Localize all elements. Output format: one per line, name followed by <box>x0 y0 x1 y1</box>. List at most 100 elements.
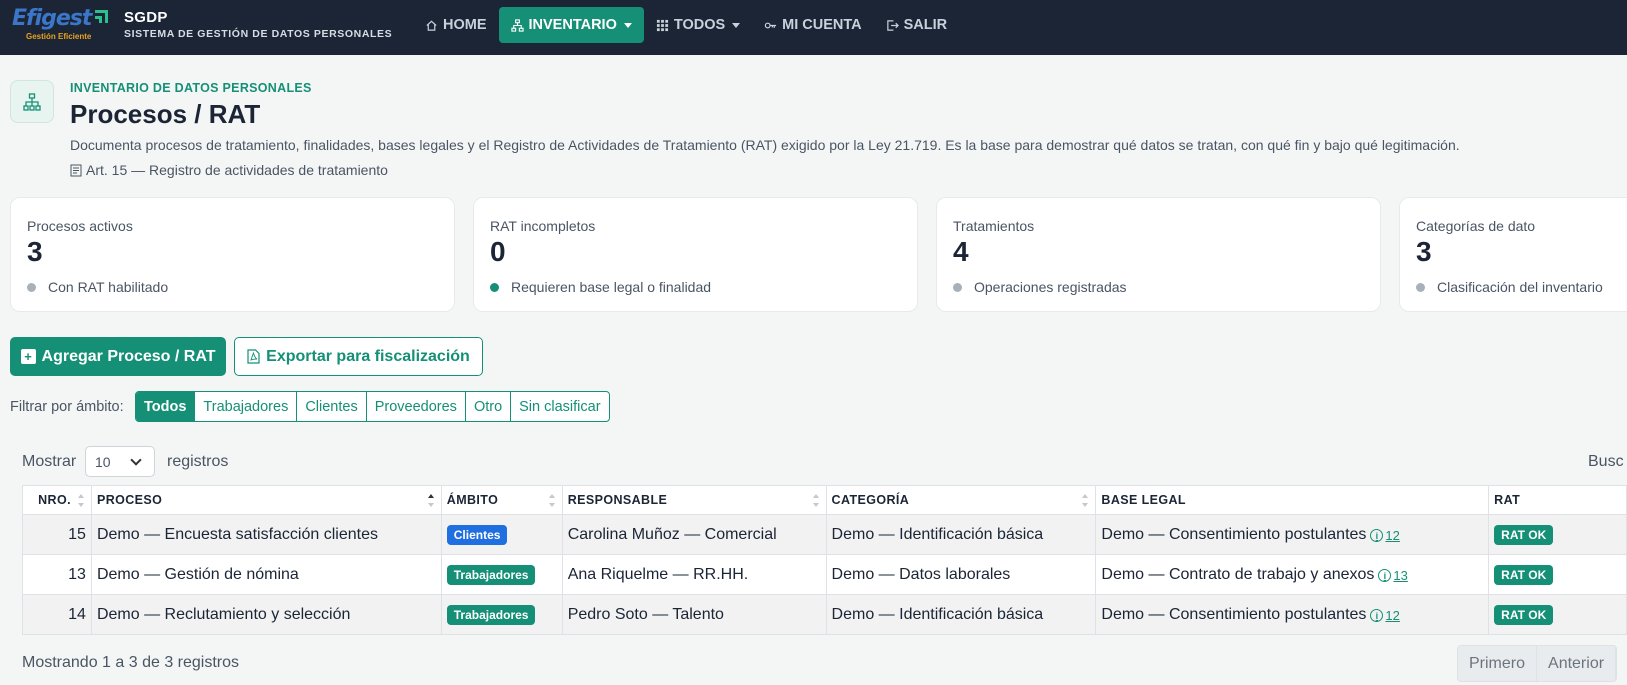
stat-note: Clasificación del inventario <box>1416 279 1603 295</box>
cell-rat: RAT OK <box>1488 554 1627 595</box>
filter-otro[interactable]: Otro <box>466 392 512 421</box>
brand-title: SGDP <box>124 9 168 26</box>
col-header-label: RAT <box>1494 493 1521 507</box>
nav-mi-cuenta-label: MI CUENTA <box>782 17 862 33</box>
cell-proceso: Demo — Gestión de nómina <box>90 554 442 595</box>
cell-rat: RAT OK <box>1488 594 1627 635</box>
col-header-categoria[interactable]: CATEGORÍA <box>825 485 1097 515</box>
main-nav: HOME INVENTARIO TODOS MI CUENTA SALIR <box>413 7 959 43</box>
pagination-previous[interactable]: Anterior <box>1537 646 1617 681</box>
grid-icon <box>656 19 668 31</box>
cell-responsable: Carolina Muñoz — Comercial <box>561 514 827 555</box>
table-header-row: NRO. PROCESO ÁMBITO RESPONSABLE CATEGORÍ… <box>22 485 1627 515</box>
filter-sin-clasificar[interactable]: Sin clasificar <box>511 392 608 421</box>
col-header-label: PROCESO <box>96 493 163 507</box>
status-dot <box>1416 282 1425 292</box>
logo-text: Efigest <box>12 6 92 31</box>
cell-responsable: Pedro Soto — Talento <box>561 594 827 635</box>
stat-value: 3 <box>1416 236 1432 267</box>
table-row[interactable]: 13 Demo — Gestión de nómina Trabajadores… <box>22 554 1627 595</box>
scope-badge: Trabajadores <box>446 564 536 585</box>
nav-todos[interactable]: TODOS <box>644 7 752 43</box>
status-dot <box>490 282 499 292</box>
stat-value: 4 <box>953 236 969 267</box>
base-legal-link[interactable]: i 12 <box>1370 608 1400 623</box>
stat-note-text: Clasificación del inventario <box>1437 279 1603 295</box>
stat-note: Con RAT habilitado <box>27 279 168 295</box>
col-header-base-legal[interactable]: BASE LEGAL <box>1095 485 1490 515</box>
col-header-ambito[interactable]: ÁMBITO <box>440 485 563 515</box>
page-size-suffix: registros <box>167 453 229 470</box>
col-header-proceso[interactable]: PROCESO <box>90 485 442 515</box>
cell-ambito: Clientes <box>440 514 563 555</box>
stat-note: Operaciones registradas <box>953 279 1127 295</box>
add-process-button[interactable]: + Agregar Proceso / RAT <box>10 337 226 376</box>
page-size-prefix: Mostrar <box>22 453 77 470</box>
base-legal-link[interactable]: i 12 <box>1370 528 1400 543</box>
cell-ambito: Trabajadores <box>440 594 563 635</box>
stat-note-text: Con RAT habilitado <box>48 279 169 295</box>
top-navbar: Efigest Gestión Eficiente SGDP SISTEMA D… <box>0 0 1627 55</box>
chevron-down-icon <box>623 22 632 28</box>
filter-trabajadores[interactable]: Trabajadores <box>195 392 298 421</box>
table-row[interactable]: 15 Demo — Encuesta satisfacción clientes… <box>22 514 1627 555</box>
nav-salir[interactable]: SALIR <box>874 7 960 43</box>
page-description: Documenta procesos de tratamiento, final… <box>70 137 1460 153</box>
rat-status-badge: RAT OK <box>1494 564 1554 585</box>
scope-filter-group: Todos Trabajadores Clientes Proveedores … <box>135 391 610 422</box>
base-legal-text: Demo — Consentimiento postulantes <box>1101 525 1367 543</box>
chevron-down-icon <box>732 22 741 28</box>
info-icon: i <box>1370 529 1384 542</box>
legal-reference: Art. 15 — Registro de actividades de tra… <box>70 162 388 178</box>
cell-responsable: Ana Riquelme — RR.HH. <box>561 554 827 595</box>
col-header-label: ÁMBITO <box>446 493 499 507</box>
efigest-logo[interactable]: Efigest Gestión Eficiente <box>12 6 112 46</box>
page-eyebrow: INVENTARIO DE DATOS PERSONALES <box>70 81 312 95</box>
nav-inventario[interactable]: INVENTARIO <box>498 7 644 43</box>
export-button[interactable]: Exportar para fiscalización <box>234 337 483 376</box>
table-row[interactable]: 14 Demo — Reclutamiento y selección Trab… <box>22 594 1627 635</box>
sitemap-icon <box>510 18 524 32</box>
sitemap-icon <box>10 80 54 123</box>
filter-clientes[interactable]: Clientes <box>297 392 367 421</box>
base-legal-id: 13 <box>1393 568 1408 583</box>
cell-categoria: Demo — Identificación básica <box>825 594 1097 635</box>
col-header-label: CATEGORÍA <box>831 493 910 507</box>
stat-note-text: Operaciones registradas <box>974 279 1127 295</box>
stat-note-text: Requieren base legal o finalidad <box>511 279 712 295</box>
plus-icon: + <box>20 349 36 364</box>
processes-table: NRO. PROCESO ÁMBITO RESPONSABLE CATEGORÍ… <box>22 485 1627 635</box>
col-header-nro[interactable]: NRO. <box>22 485 92 515</box>
stat-label: Procesos activos <box>27 218 133 234</box>
filter-proveedores[interactable]: Proveedores <box>367 392 466 421</box>
pagination: Primero Anterior <box>1457 645 1618 682</box>
base-legal-link[interactable]: i 13 <box>1378 568 1408 583</box>
cell-base-legal: Demo — Contrato de trabajo y anexos i 13 <box>1095 554 1490 595</box>
filter-label: Filtrar por ámbito: <box>10 399 124 415</box>
cell-categoria: Demo — Identificación básica <box>825 514 1097 555</box>
base-legal-id: 12 <box>1385 528 1400 543</box>
cell-base-legal: Demo — Consentimiento postulantes i 12 <box>1095 514 1490 555</box>
col-header-label: BASE LEGAL <box>1101 493 1186 507</box>
page-title: Procesos / RAT <box>70 99 261 129</box>
sort-icon <box>77 494 85 507</box>
cell-rat: RAT OK <box>1488 514 1627 555</box>
brand: SGDP SISTEMA DE GESTIÓN DE DATOS PERSONA… <box>124 9 392 40</box>
col-header-responsable[interactable]: RESPONSABLE <box>561 485 827 515</box>
home-icon <box>426 20 437 31</box>
nav-mi-cuenta[interactable]: MI CUENTA <box>752 7 873 43</box>
col-header-rat[interactable]: RAT <box>1488 485 1627 515</box>
stat-card-tratamientos: Tratamientos 4 Operaciones registradas <box>936 197 1381 312</box>
cell-ambito: Trabajadores <box>440 554 563 595</box>
nav-home[interactable]: HOME <box>413 7 499 43</box>
stat-value: 0 <box>490 236 506 267</box>
info-icon: i <box>1378 569 1392 582</box>
sort-icon <box>812 494 820 507</box>
stat-label: Categorías de dato <box>1416 218 1536 234</box>
legal-reference-text: Art. 15 — Registro de actividades de tra… <box>86 162 388 178</box>
nav-salir-label: SALIR <box>903 17 948 33</box>
filter-todos[interactable]: Todos <box>136 392 196 421</box>
page-size-select[interactable]: 10 <box>85 446 155 477</box>
pagination-first[interactable]: Primero <box>1458 646 1538 681</box>
cell-base-legal: Demo — Consentimiento postulantes i 12 <box>1095 594 1490 635</box>
